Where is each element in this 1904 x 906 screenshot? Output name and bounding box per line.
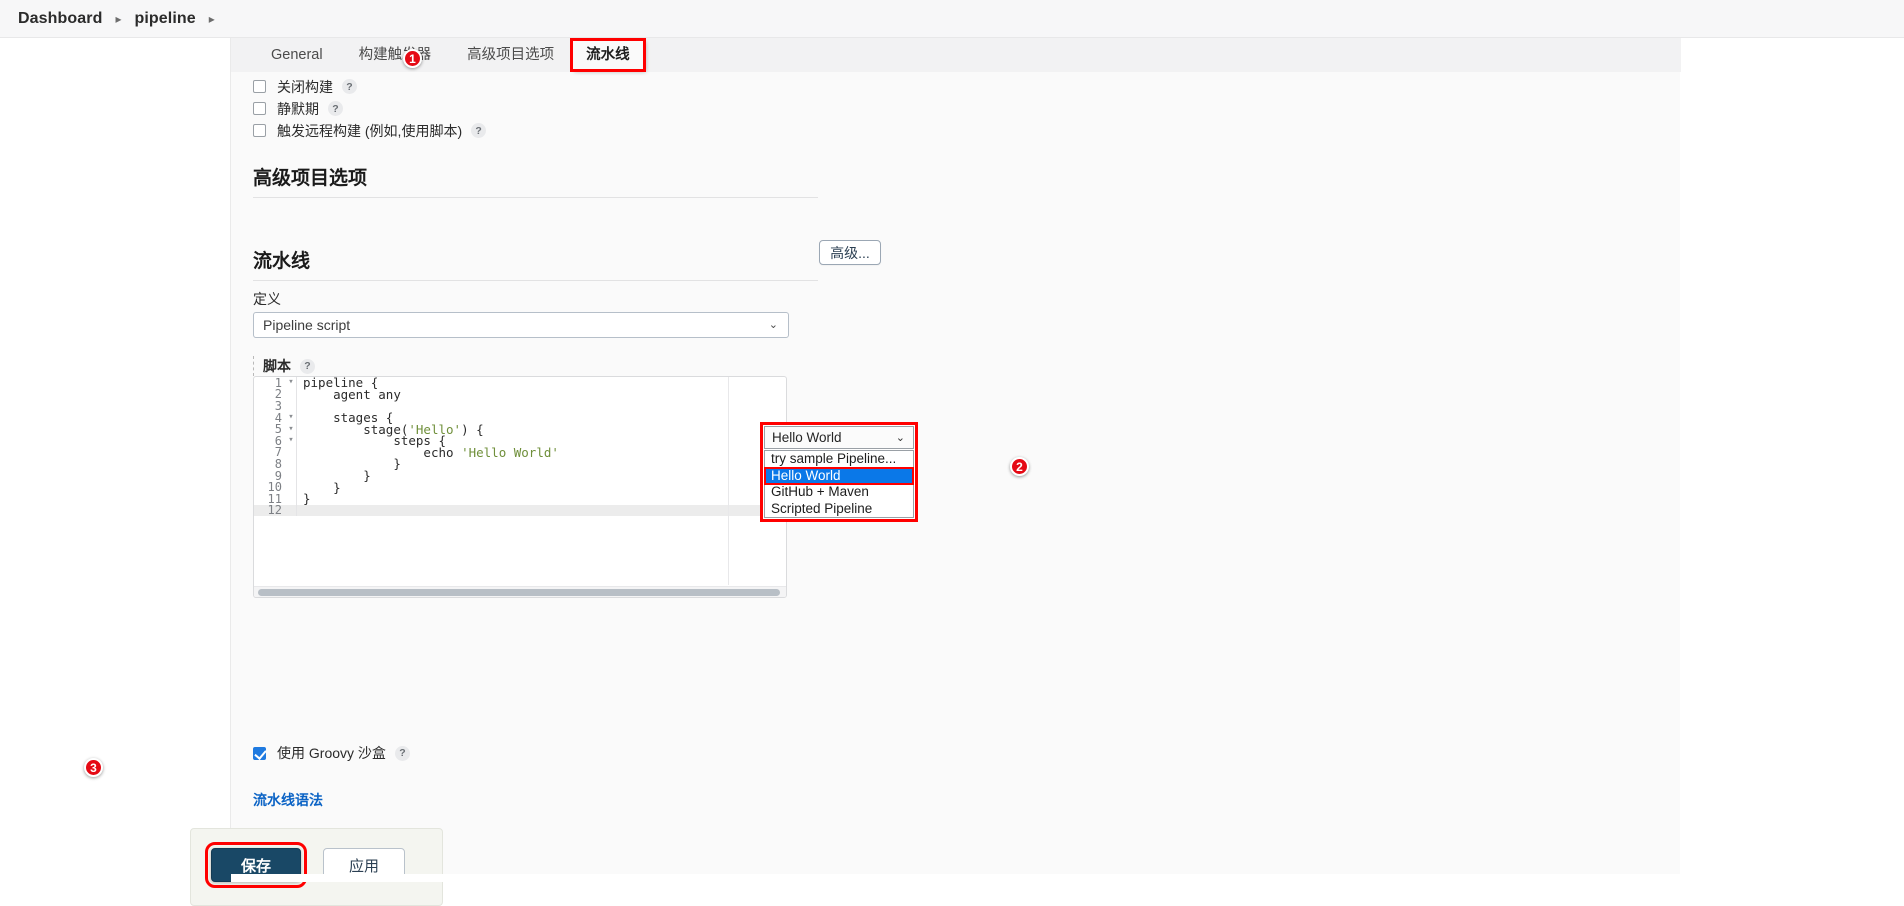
gutter-divider xyxy=(296,400,297,412)
script-label: 脚本 xyxy=(263,358,291,374)
code-line: 10 } xyxy=(254,480,786,495)
definition-select-value: Pipeline script xyxy=(263,317,351,333)
chevron-down-icon: ⌄ xyxy=(768,318,778,331)
section-title: 高级项目选项 xyxy=(253,168,368,189)
gutter-divider xyxy=(296,446,297,459)
checkbox-disable-build[interactable] xyxy=(253,80,266,93)
gutter-divider xyxy=(296,504,297,517)
breadcrumb-separator-icon: ▸ xyxy=(115,11,122,26)
sample-pipeline-dropdown[interactable]: Hello World ⌄ try sample Pipeline... Hell… xyxy=(760,422,918,522)
code-text: } xyxy=(303,491,311,507)
sample-pipeline-option[interactable]: try sample Pipeline... xyxy=(765,451,913,468)
sample-pipeline-option[interactable]: Hello World xyxy=(764,466,914,485)
checkbox-label-trigger-remotely: 触发远程构建 (例如,使用脚本) xyxy=(277,122,463,139)
config-panel: General 构建触发器 高级项目选项 流水线 关闭构建 ? 静默期 ? 触发… xyxy=(190,38,1681,906)
breadcrumb: Dashboard ▸ pipeline ▸ xyxy=(0,0,1904,38)
section-divider xyxy=(253,280,818,281)
script-field-block: 脚本 ? xyxy=(253,356,793,376)
sample-pipeline-select[interactable]: Hello World ⌄ xyxy=(764,426,914,449)
fold-arrow-icon[interactable]: ▾ xyxy=(286,378,296,387)
script-code-editor[interactable]: 1 ▾ pipeline {2 agent any 3 4 ▾ stages {5 ▾ st… xyxy=(253,376,787,598)
step-badge-1: 1 xyxy=(403,49,422,68)
checkbox-label-disable-build: 关闭构建 xyxy=(277,78,333,95)
checkbox-row-disable-build[interactable]: 关闭构建 ? xyxy=(253,76,1681,97)
tab-build-triggers[interactable]: 构建触发器 xyxy=(341,38,450,72)
gutter-divider xyxy=(296,458,297,470)
breadcrumb-separator-icon: ▸ xyxy=(208,11,215,26)
panel-bottom-spacer xyxy=(231,874,1681,882)
gutter-divider xyxy=(296,492,297,505)
tab-pipeline[interactable]: 流水线 xyxy=(570,38,646,72)
config-tab-strip: General 构建触发器 高级项目选项 流水线 xyxy=(231,38,1681,72)
code-text: agent any xyxy=(333,386,401,402)
section-divider xyxy=(253,197,818,198)
checkbox-row-trigger-remotely[interactable]: 触发远程构建 (例如,使用脚本) ? xyxy=(253,120,1681,141)
editor-horizontal-scrollbar[interactable] xyxy=(254,586,786,597)
help-icon[interactable]: ? xyxy=(328,101,343,116)
gutter-divider xyxy=(296,481,297,493)
help-icon[interactable]: ? xyxy=(300,358,315,374)
tab-advanced-project-options[interactable]: 高级项目选项 xyxy=(449,38,572,72)
section-title: 流水线 xyxy=(253,251,311,272)
code-line: 11} xyxy=(254,491,786,507)
checkbox-row-groovy-sandbox[interactable]: 使用 Groovy 沙盒 ? xyxy=(253,743,410,763)
build-trigger-checkbox-group: 关闭构建 ? 静默期 ? 触发远程构建 (例如,使用脚本) ? xyxy=(231,72,1681,142)
gutter-divider xyxy=(296,469,297,482)
gutter-divider xyxy=(296,411,297,424)
scrollbar-thumb[interactable] xyxy=(258,588,780,596)
sample-pipeline-option[interactable]: GitHub + Maven xyxy=(765,484,913,501)
line-number: 12 xyxy=(267,503,282,518)
help-icon[interactable]: ? xyxy=(342,79,357,94)
breadcrumb-item-pipeline[interactable]: pipeline xyxy=(135,10,196,28)
checkbox-label-quiet-period: 静默期 xyxy=(277,100,319,117)
sample-pipeline-option[interactable]: Scripted Pipeline xyxy=(765,501,913,518)
checkbox-label-groovy-sandbox: 使用 Groovy 沙盒 xyxy=(277,745,386,761)
advanced-button[interactable]: 高级... xyxy=(819,240,881,265)
code-lines: 1 ▾ pipeline {2 agent any 3 4 ▾ stages {5 ▾ st… xyxy=(254,377,786,518)
section-pipeline: 流水线 xyxy=(253,246,818,281)
gutter-divider xyxy=(296,377,297,389)
checkbox-quiet-period[interactable] xyxy=(253,102,266,115)
code-line: 12 xyxy=(254,503,786,518)
chevron-down-icon: ⌄ xyxy=(895,432,905,444)
fold-arrow-icon[interactable]: ▾ xyxy=(286,424,296,434)
pipeline-syntax-link[interactable]: 流水线语法 xyxy=(253,790,323,810)
checkbox-row-quiet-period[interactable]: 静默期 ? xyxy=(253,98,1681,119)
definition-label: 定义 xyxy=(253,291,281,307)
editor-print-margin xyxy=(728,377,729,585)
section-advanced-project-options: 高级项目选项 xyxy=(253,163,818,198)
sample-pipeline-option-list: try sample Pipeline... Hello World GitHub … xyxy=(764,450,914,518)
gutter-divider xyxy=(296,388,297,401)
fold-arrow-icon[interactable]: ▾ xyxy=(286,436,296,445)
tab-general[interactable]: General xyxy=(253,38,341,72)
gutter-divider xyxy=(296,434,297,447)
help-icon[interactable]: ? xyxy=(394,745,410,761)
code-line: 2 agent any xyxy=(254,386,786,402)
checkbox-trigger-remotely[interactable] xyxy=(253,124,266,137)
help-icon[interactable]: ? xyxy=(471,123,487,138)
right-blank-area xyxy=(1680,38,1904,882)
definition-select[interactable]: Pipeline script ⌄ xyxy=(253,312,789,338)
fold-arrow-icon[interactable]: ▾ xyxy=(286,413,296,422)
gutter-divider xyxy=(296,423,297,435)
breadcrumb-item-dashboard[interactable]: Dashboard xyxy=(18,10,102,28)
script-label-row: 脚本 ? xyxy=(263,356,793,376)
checkbox-groovy-sandbox[interactable] xyxy=(253,746,266,760)
step-badge-3: 3 xyxy=(84,758,103,777)
step-badge-2: 2 xyxy=(1010,457,1029,476)
form-action-bar: 保存 应用 xyxy=(190,828,443,906)
sample-pipeline-value: Hello World xyxy=(772,430,842,445)
